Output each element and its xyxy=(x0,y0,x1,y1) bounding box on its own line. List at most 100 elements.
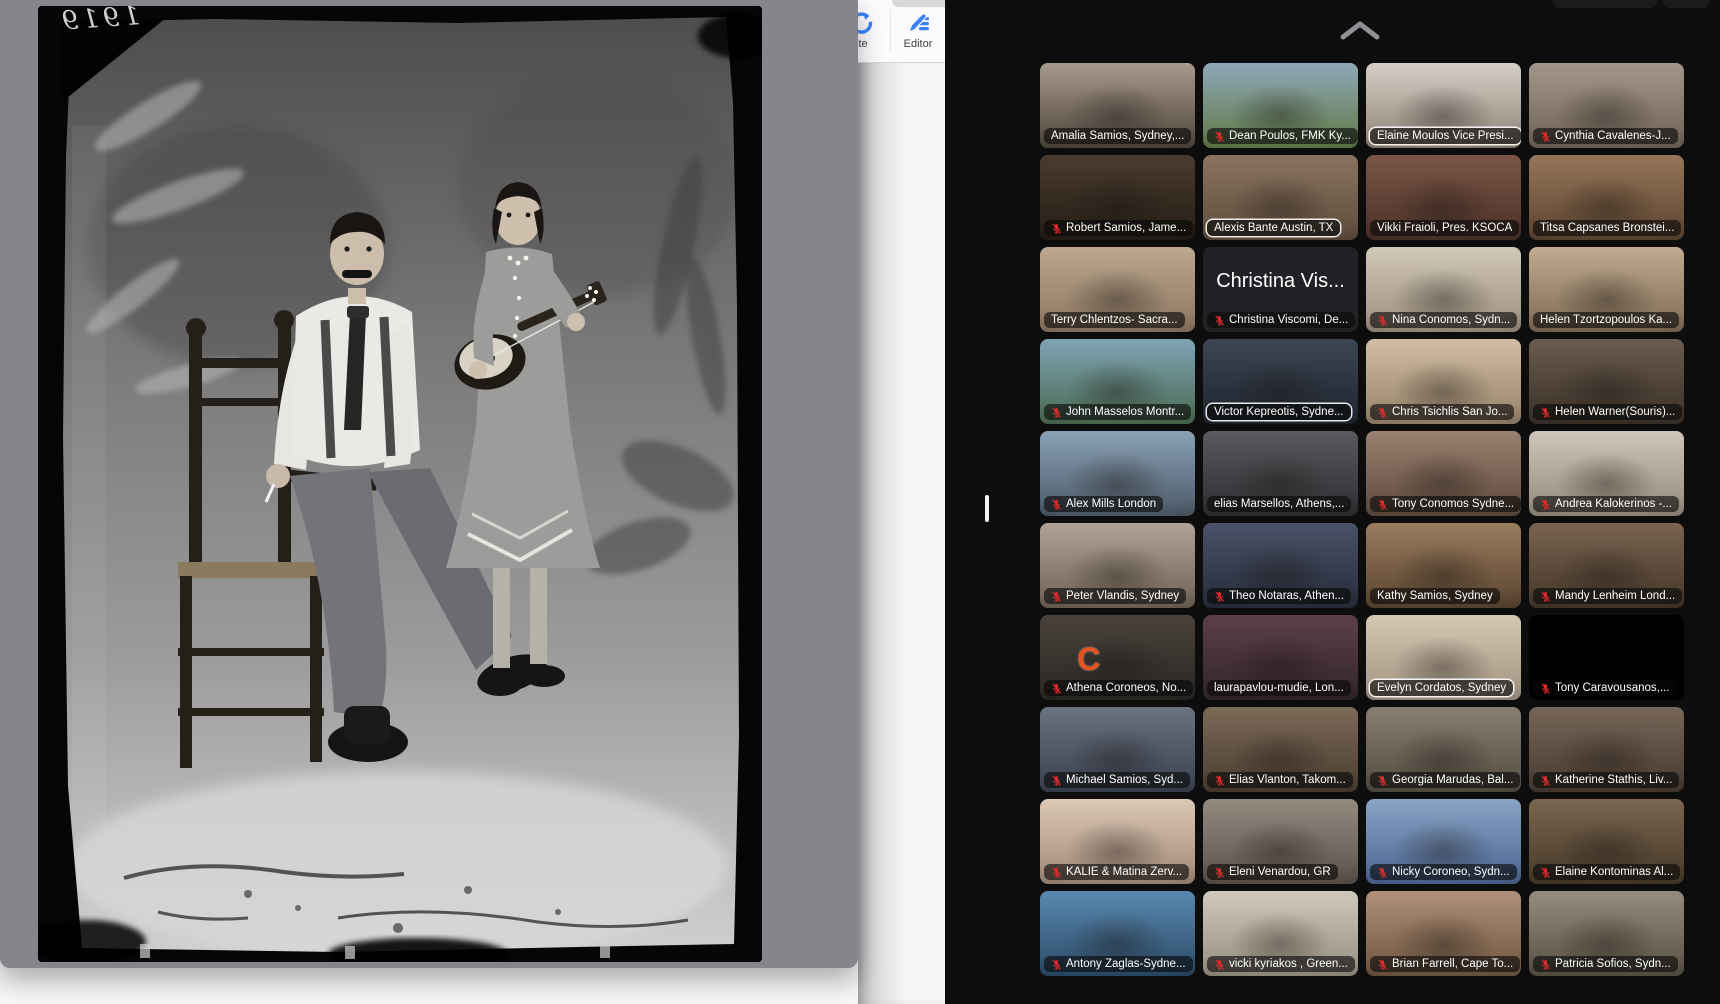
participant-tile[interactable]: Cynthia Cavalenes-J... xyxy=(1529,63,1684,148)
participant-tile[interactable]: Peter Vlandis, Sydney xyxy=(1040,523,1195,608)
participant-name-label: Nina Conomos, Sydn... xyxy=(1370,312,1517,328)
participant-name: KALIE & Matina Zerv... xyxy=(1066,866,1182,878)
participant-tile[interactable]: Mandy Lenheim Lond... xyxy=(1529,523,1684,608)
mic-muted-icon xyxy=(1540,591,1551,602)
participant-name: vicki kyriakos , Green... xyxy=(1229,958,1348,970)
mic-muted-icon xyxy=(1540,683,1551,694)
participant-tile[interactable]: Elaine Moulos Vice Presi... xyxy=(1366,63,1521,148)
participant-tile[interactable]: Titsa Capsanes Bronstei... xyxy=(1529,155,1684,240)
participant-tile[interactable]: Tony Conomos Sydne... xyxy=(1366,431,1521,516)
window-controls-pill[interactable] xyxy=(1663,0,1709,8)
participant-name-label: Georgia Marudas, Bal... xyxy=(1370,772,1520,788)
mic-muted-icon xyxy=(1540,407,1551,418)
participant-avatar-text: Christina Vis... xyxy=(1203,247,1358,316)
participant-tile[interactable]: Eleni Venardou, GR xyxy=(1203,799,1358,884)
participant-tile[interactable]: Michael Samios, Syd... xyxy=(1040,707,1195,792)
participant-tile[interactable]: Patricia Sofios, Sydn... xyxy=(1529,891,1684,976)
participant-tile[interactable]: Kathy Samios, Sydney xyxy=(1366,523,1521,608)
participant-name-label: Athena Coroneos, No... xyxy=(1044,680,1193,696)
participant-name: Tony Conomos Sydne... xyxy=(1392,498,1514,510)
participant-name-label: Michael Samios, Syd... xyxy=(1044,772,1190,788)
participant-name-label: Antony Zaglas-Sydne... xyxy=(1044,956,1193,972)
gallery-scroll-up-button[interactable] xyxy=(1331,16,1381,46)
participant-name: Kathy Samios, Sydney xyxy=(1377,590,1493,602)
participant-grid: Amalia Samios, Sydney,... Dean Poulos, F… xyxy=(1040,63,1684,976)
participant-name: John Masselos Montr... xyxy=(1066,406,1184,418)
participant-name: Chris Tsichlis San Jo... xyxy=(1392,406,1507,418)
participant-tile[interactable]: Elias Vlanton, Takom... xyxy=(1203,707,1358,792)
editor-button[interactable]: Editor xyxy=(894,8,942,50)
participant-tile[interactable]: elias Marsellos, Athens,... xyxy=(1203,431,1358,516)
gallery-scroll-indicator[interactable] xyxy=(985,495,989,522)
participant-tile[interactable]: Helen Warner(Souris)... xyxy=(1529,339,1684,424)
mic-muted-icon xyxy=(1051,959,1062,970)
participant-tile[interactable]: KALIE & Matina Zerv... xyxy=(1040,799,1195,884)
participant-tile[interactable]: Chris Tsichlis San Jo... xyxy=(1366,339,1521,424)
shared-vintage-photo: 1919 xyxy=(38,6,762,962)
background-window-toolbar: ate Editor xyxy=(858,0,945,63)
mic-muted-icon xyxy=(1540,131,1551,142)
participant-tile[interactable]: John Masselos Montr... xyxy=(1040,339,1195,424)
participant-tile[interactable]: Helen Tzortzopoulos Ka... xyxy=(1529,247,1684,332)
photo-viewer-window: 1919 xyxy=(0,0,858,968)
mic-muted-icon xyxy=(1214,315,1225,326)
participant-tile[interactable]: Vikki Fraioli, Pres. KSOCA xyxy=(1366,155,1521,240)
mic-muted-icon xyxy=(1540,867,1551,878)
participant-logo: C xyxy=(1077,641,1100,678)
participant-tile[interactable]: laurapavlou-mudie, Lon... xyxy=(1203,615,1358,700)
participant-tile[interactable]: Alexis Bante Austin, TX xyxy=(1203,155,1358,240)
participant-tile[interactable]: Dean Poulos, FMK Ky... xyxy=(1203,63,1358,148)
participant-tile[interactable]: Theo Notaras, Athen... xyxy=(1203,523,1358,608)
participant-name: Andrea Kalokerinos -... xyxy=(1555,498,1672,510)
mic-muted-icon xyxy=(1540,499,1551,510)
participant-name: Elaine Moulos Vice Presi... xyxy=(1377,130,1514,142)
participant-tile[interactable]: Nicky Coroneo, Sydn... xyxy=(1366,799,1521,884)
participant-name: Robert Samios, Jame... xyxy=(1066,222,1186,234)
participant-tile[interactable]: Amalia Samios, Sydney,... xyxy=(1040,63,1195,148)
participant-name-label: Alexis Bante Austin, TX xyxy=(1207,220,1340,236)
mic-muted-icon xyxy=(1214,775,1225,786)
participant-tile[interactable]: Robert Samios, Jame... xyxy=(1040,155,1195,240)
participant-tile[interactable]: Christina Vis... Christina Viscomi, De..… xyxy=(1203,247,1358,332)
rotate-button[interactable]: ate xyxy=(858,8,884,50)
participant-name: Athena Coroneos, No... xyxy=(1066,682,1186,694)
participant-name-label: Alex Mills London xyxy=(1044,496,1163,512)
participant-name: Dean Poulos, FMK Ky... xyxy=(1229,130,1351,142)
participant-name-label: Theo Notaras, Athen... xyxy=(1207,588,1351,604)
participant-name: Terry Chlentzos- Sacra... xyxy=(1051,314,1178,326)
participant-name-label: Elaine Kontominas Al... xyxy=(1533,864,1680,880)
participant-tile[interactable]: Andrea Kalokerinos -... xyxy=(1529,431,1684,516)
participant-tile[interactable]: Katherine Stathis, Liv... xyxy=(1529,707,1684,792)
mic-muted-icon xyxy=(1377,499,1388,510)
mic-muted-icon xyxy=(1051,867,1062,878)
participant-tile[interactable]: Evelyn Cordatos, Sydney xyxy=(1366,615,1521,700)
participant-name-label: Tony Caravousanos,... xyxy=(1533,680,1676,696)
participant-tile[interactable]: Nina Conomos, Sydn... xyxy=(1366,247,1521,332)
mic-muted-icon xyxy=(1214,591,1225,602)
participant-tile[interactable]: Brian Farrell, Cape To... xyxy=(1366,891,1521,976)
participant-name-label: Terry Chlentzos- Sacra... xyxy=(1044,312,1185,328)
participant-tile[interactable]: Terry Chlentzos- Sacra... xyxy=(1040,247,1195,332)
rotate-button-label: ate xyxy=(858,38,884,50)
participant-name-label: Cynthia Cavalenes-J... xyxy=(1533,128,1678,144)
window-controls-pill[interactable] xyxy=(1553,0,1657,8)
participant-name: Christina Viscomi, De... xyxy=(1229,314,1348,326)
mic-muted-icon xyxy=(1377,315,1388,326)
participant-name: Helen Tzortzopoulos Ka... xyxy=(1540,314,1672,326)
rotate-icon xyxy=(858,10,873,36)
participant-name-label: Brian Farrell, Cape To... xyxy=(1370,956,1520,972)
participant-tile[interactable]: Georgia Marudas, Bal... xyxy=(1366,707,1521,792)
mic-muted-icon xyxy=(1377,867,1388,878)
participant-tile[interactable]: C Athena Coroneos, No... xyxy=(1040,615,1195,700)
participant-name: Elias Vlanton, Takom... xyxy=(1229,774,1346,786)
chevron-up-icon xyxy=(1337,17,1383,43)
participant-tile[interactable]: Tony Caravousanos,... xyxy=(1529,615,1684,700)
participant-tile[interactable]: Elaine Kontominas Al... xyxy=(1529,799,1684,884)
participant-tile[interactable]: Alex Mills London xyxy=(1040,431,1195,516)
participant-name: Elaine Kontominas Al... xyxy=(1555,866,1673,878)
participant-name: Nina Conomos, Sydn... xyxy=(1392,314,1510,326)
participant-tile[interactable]: vicki kyriakos , Green... xyxy=(1203,891,1358,976)
participant-name-label: vicki kyriakos , Green... xyxy=(1207,956,1355,972)
participant-tile[interactable]: Victor Kepreotis, Sydne... xyxy=(1203,339,1358,424)
participant-tile[interactable]: Antony Zaglas-Sydne... xyxy=(1040,891,1195,976)
